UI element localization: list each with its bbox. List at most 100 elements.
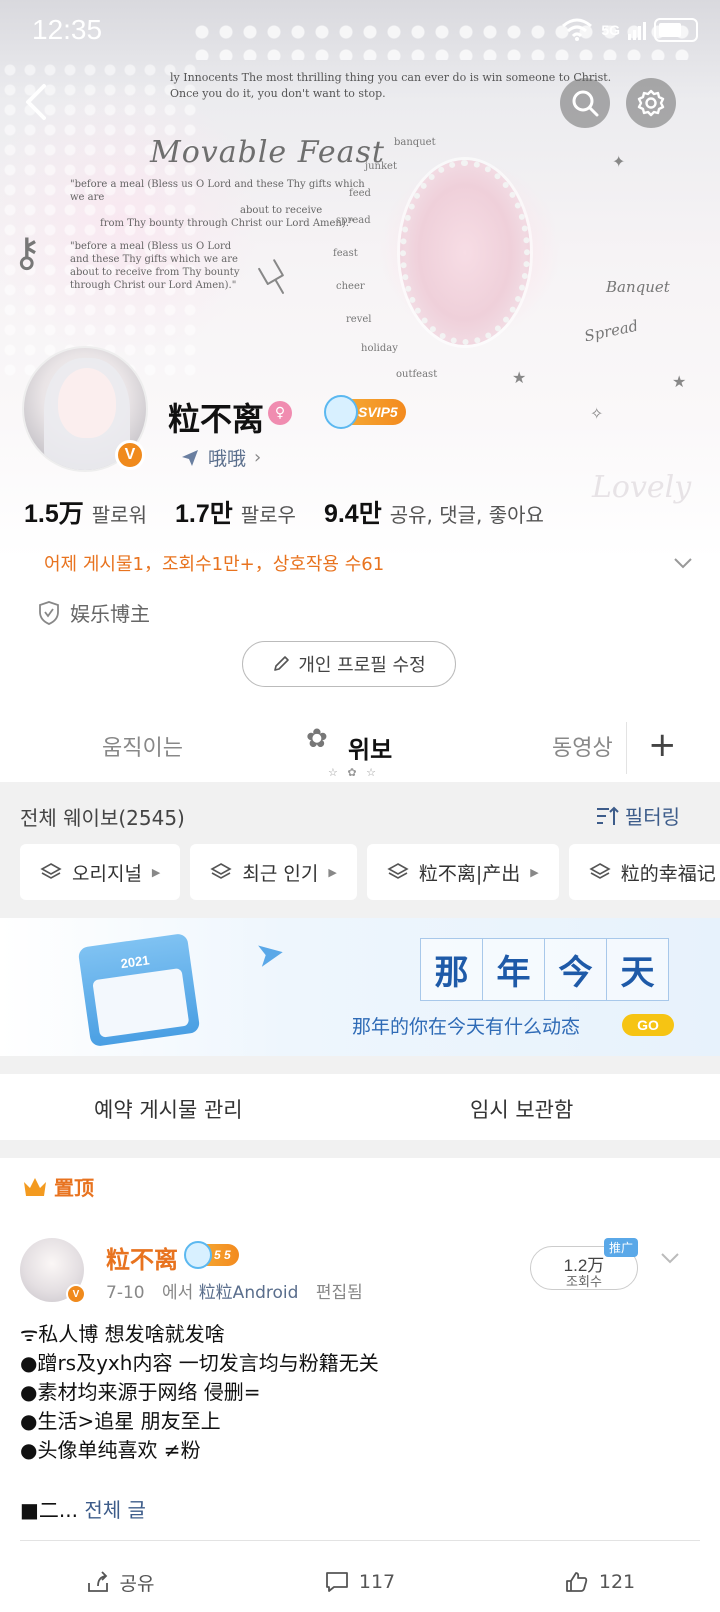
search-icon [572,90,599,117]
post-edited: 편집됨 [315,1283,363,1303]
comment-button[interactable]: 117 [240,1552,480,1612]
caret-right-icon: ▶ [328,865,337,879]
post-line: ●生活>追星 朋友至上 [20,1409,221,1433]
calendar-sheet [92,967,190,1038]
pencil-icon [274,656,290,671]
battery-icon [654,18,698,42]
chip-label: 粒不离|产出 [418,862,521,885]
verified-badge-icon: V [66,1284,86,1304]
add-tab-button[interactable]: + [648,728,677,762]
filter-button[interactable]: 필터링 [595,801,680,830]
filter-chips: 오리지널 ▶ 최근 인기 ▶ 粒不离|产出 ▶ 粒的幸福记 [20,844,720,900]
layers-icon [589,863,611,879]
full-text-link[interactable]: 전체 글 [84,1498,146,1522]
post-meta: 7-10 에서 粒粒Android 편집됨 [106,1278,363,1303]
followers-stat[interactable]: 1.5万 팔로워 [24,494,147,530]
pinned-text: 置顶 [54,1176,94,1200]
post-divider [20,1540,700,1541]
title-char: 天 [606,938,669,1001]
chevron-right-icon: › [254,447,262,468]
like-button[interactable]: 121 [480,1552,720,1612]
title-char: 那 [420,938,483,1001]
star-icon: ★ [512,368,527,387]
shield-icon [39,600,59,625]
profile-stats: 1.5万 팔로워 1.7만 팔로우 9.4만 공유, 댓글, 좋아요 [24,494,572,530]
title-char: 今 [544,938,607,1001]
chevron-down-icon[interactable] [658,1246,682,1270]
view-count-label: 조회수 [566,1275,602,1290]
post-via: 에서 [162,1283,194,1303]
network-type: 5G [601,22,620,38]
verified-badge-icon: V [115,440,145,470]
stat-label: 공유, 댓글, 좋아요 [389,503,544,527]
cover-script-title: Movable Feast [150,135,385,170]
all-weibo-count: 전체 웨이보(2545) [20,806,185,830]
cover-script-word: Spread [582,316,640,346]
share-label: 공유 [119,1572,155,1595]
flower-icon: ✿ [306,724,328,754]
cover-word: holiday [361,343,398,354]
promote-tag[interactable]: 推广 [604,1238,639,1257]
layers-icon [40,863,62,879]
engagement-stat[interactable]: 9.4만 공유, 댓글, 좋아요 [324,494,544,530]
post-date: 7-10 [106,1283,145,1303]
tab-weibo[interactable]: 위보 [348,730,392,765]
wifi-icon [562,18,593,41]
cover-poem-line: from Thy bounty through Christ our Lord … [100,218,354,229]
post-content[interactable]: ᯤ私人博 想发啥就发啥 ●蹭rs及yxh内容 一切发言均与粉籍无关 ●素材均来源… [20,1320,700,1465]
chevron-down-icon[interactable] [672,552,694,574]
edit-profile-button[interactable]: 개인 프로필 수정 [242,641,456,687]
send-icon [182,449,198,466]
profile-cover-image[interactable]: ly Innocents The most thrilling thing yo… [0,0,720,560]
chip-label: 粒的幸福记 [620,862,716,885]
edit-profile-label: 개인 프로필 수정 [298,655,426,676]
tab-videos[interactable]: 동영상 [552,730,613,762]
on-this-day-subtitle: 那年的你在今天有什么动态 [352,1016,581,1038]
vip-mascot-icon [184,1241,212,1269]
search-button[interactable] [560,78,610,128]
post-source[interactable]: 粒粒Android [199,1283,299,1303]
tab-divider [626,722,627,774]
chevron-left-icon [26,84,46,120]
chip-happiness[interactable]: 粒的幸福记 [568,844,720,900]
following-stat[interactable]: 1.7만 팔로우 [175,494,296,530]
status-message[interactable]: 哦哦 › [180,444,261,471]
drafts-button[interactable]: 임시 보관함 [470,1094,573,1124]
share-button[interactable]: 공유 [0,1552,240,1612]
go-button[interactable]: GO [622,1014,674,1036]
chip-original[interactable]: 오리지널 ▶ [20,844,181,900]
post-management-row: 예약 게시물 관리 임시 보관함 [0,1074,720,1140]
cover-word: spread [336,215,371,226]
calendar-icon: 2021 [77,932,201,1048]
back-button[interactable] [18,80,58,124]
svip-badge[interactable]: SVIP5 [324,395,406,429]
post-author-name[interactable]: 粒不离 [106,1240,178,1275]
tab-moments[interactable]: 움직이는 [102,730,183,762]
stat-label: 팔로워 [91,503,147,527]
cover-script-word: Banquet [606,278,670,296]
stat-label: 팔로우 [240,503,296,527]
layers-icon [210,863,233,879]
activity-summary[interactable]: 어제 게시물1，조회수1만+，상호작용 수61 [44,550,384,576]
sparkle-icon: ✦ [612,152,626,171]
profile-tabs: 움직이는 ✿ 위보 ☆ ✿ ☆ 동영상 + [0,716,720,782]
cover-poem-line: "before a meal (Bless us O Lord and thes… [70,179,365,203]
status-icons: 5G [561,18,698,42]
chip-output[interactable]: 粒不离|产出 ▶ [366,844,559,900]
cover-word: feast [333,248,358,259]
scheduled-posts-button[interactable]: 예약 게시물 관리 [94,1094,243,1124]
cover-word: cheer [336,281,365,292]
cover-word: revel [346,314,372,325]
vip-label: 5 5 [214,1248,231,1262]
comment-icon [325,1572,348,1592]
caret-right-icon: ▶ [530,865,539,879]
profile-tag[interactable]: 娱乐博主 [38,598,150,627]
chip-recent-popular[interactable]: 최근 인기 ▶ [190,844,357,900]
chip-label: 오리지널 [72,862,142,885]
signal-icon [628,22,646,40]
cover-word: banquet [394,137,436,148]
key-icon: ⚷ [12,230,42,276]
vip-badge[interactable]: 5 5 [184,1241,239,1269]
cover-script-word: Lovely [592,470,692,505]
settings-button[interactable] [626,78,676,128]
